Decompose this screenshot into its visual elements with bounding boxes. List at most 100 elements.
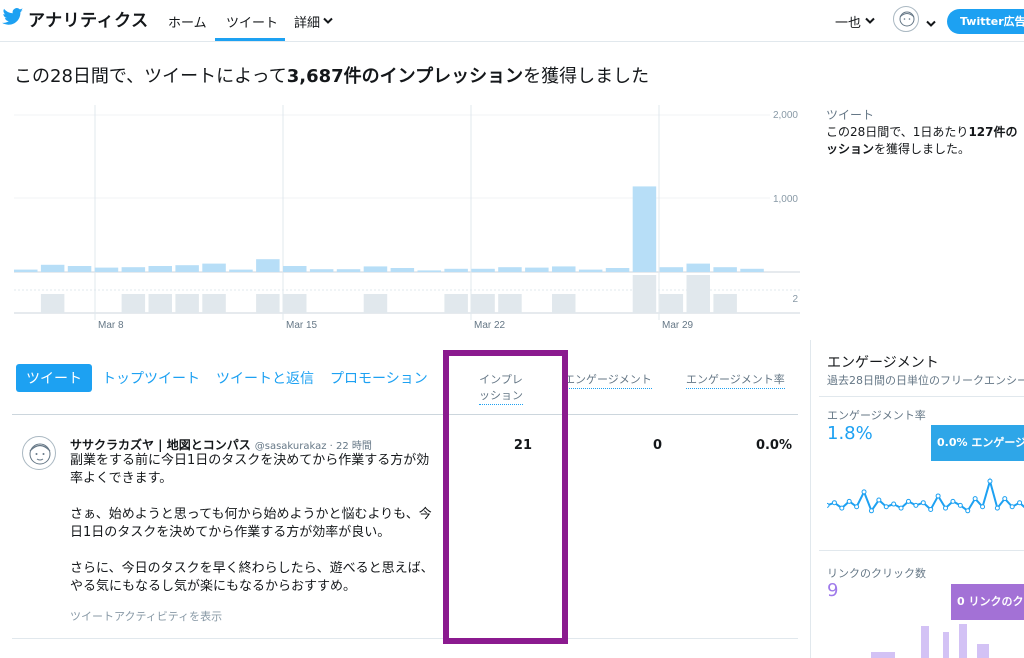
tab-top-tweets[interactable]: トップツイート [102, 368, 200, 388]
rate-point [868, 508, 874, 514]
nav-active-indicator [215, 38, 285, 41]
engagement-bar [552, 294, 576, 313]
clicks-bar [977, 644, 989, 658]
rate-point [928, 506, 934, 512]
engagement-bar [121, 294, 146, 313]
headline-bold: 3,687件のインプレッション [286, 66, 524, 87]
impression-bar [471, 268, 495, 272]
impression-bar [148, 266, 172, 272]
twitter-ads-button[interactable]: Twitter広告に [947, 9, 1024, 34]
column-engagements-label: エンゲージメント [564, 373, 652, 389]
chevron-down-icon[interactable] [926, 13, 936, 32]
rate-point [950, 498, 956, 504]
rate-point [854, 504, 860, 510]
rate-point [1009, 504, 1015, 510]
rate-point [972, 496, 978, 502]
impression-bar [14, 269, 38, 272]
brand[interactable]: アナリティクス [2, 6, 149, 31]
engagement-rate-label: エンゲージメント率 [827, 409, 926, 422]
rate-point [905, 498, 911, 504]
rate-point [1002, 496, 1008, 502]
impression-bar [713, 267, 737, 272]
rate-point [935, 493, 941, 499]
x-tick-label: Mar 8 [98, 320, 124, 331]
nav-details[interactable]: 詳細 [294, 12, 333, 31]
tweet-tabs: ツイート トップツイート ツイートと返信 プロモーション [16, 364, 444, 392]
chart-summary-title: ツイート [826, 108, 875, 122]
tab-tweets[interactable]: ツイート [16, 364, 92, 392]
clicks-bar [943, 632, 949, 658]
avatar[interactable] [893, 6, 919, 32]
column-engagement-rate[interactable]: エンゲージメント率 [686, 371, 785, 389]
x-tick-label: Mar 22 [474, 320, 506, 331]
link-clicks-label: リンクのクリック数 [827, 567, 926, 580]
rate-point [980, 504, 986, 510]
chart-summary-line2: ッションを獲得しました。 [826, 141, 1024, 158]
avatar[interactable] [22, 436, 56, 470]
impression-bar [605, 268, 630, 272]
rate-point [994, 505, 1000, 511]
engagement-rate-sparkline [827, 477, 1024, 514]
rate-point [943, 505, 949, 511]
tweet-text: 副業をする前に今日1日のタスクを決めてから作業する方が効率よくできます。 さぁ、… [70, 452, 440, 614]
chart-summary: ツイート この28日間で、1日あたり127件の ッションを獲得しました。 [826, 107, 1024, 158]
tweet-author[interactable]: ササクラカズヤ | 地図とコンパス @sasakurakaz · 22 時間 [70, 436, 372, 453]
engagement-bar [283, 294, 307, 313]
engagement-panel-title: エンゲージメント [827, 355, 939, 371]
engagement-panel: エンゲージメント 過去28日間の日単位のフリークエンシー エンゲージメント率 1… [810, 340, 1024, 658]
top-nav: アナリティクス ホーム ツイート 詳細 一也 Twitter広告に [0, 0, 1024, 42]
rate-point [987, 478, 993, 484]
engagement-bar [498, 294, 522, 313]
headline-suffix: を獲得しました [523, 66, 650, 87]
impression-bar [202, 263, 226, 272]
engagement-bar [202, 294, 226, 313]
impression-bar [417, 270, 441, 272]
engagement-panel-subtitle: 過去28日間の日単位のフリークエンシー [827, 374, 1024, 387]
impression-bar [498, 267, 522, 272]
engagement-bar [686, 275, 710, 313]
engagement-bar [659, 294, 684, 313]
rate-point [876, 497, 882, 503]
user-menu[interactable]: 一也 [835, 12, 875, 31]
nav-tweets[interactable]: ツイート [226, 12, 278, 31]
column-engagements[interactable]: エンゲージメント [564, 371, 652, 389]
headline-prefix: この28日間で、ツイートによって [14, 66, 287, 87]
rate-point [965, 508, 971, 514]
divider [819, 396, 1024, 397]
tweet-activity-link[interactable]: ツイートアクティビティを表示 [70, 608, 222, 624]
x-tick-label: Mar 15 [286, 320, 318, 331]
impression-bar [444, 268, 468, 272]
chart-summary-bold2: ッション [826, 142, 875, 156]
link-clicks-tag: 0 リンクのクリ [951, 584, 1024, 620]
chart-summary-bold: 127件の [968, 125, 1018, 139]
chart-summary-text: この28日間で、1日あたり [826, 125, 969, 139]
divider [12, 414, 798, 415]
rate-point [920, 500, 926, 506]
tweet-paragraph: さらに、今日のタスクを早く終わらしたら、遊べると思えば、やる気にもなるし気が楽に… [70, 561, 434, 594]
impression-bar [552, 266, 576, 272]
tab-tweets-replies[interactable]: ツイートと返信 [216, 368, 314, 388]
impressions-chart: 2,000 1,000 2 Mar 8 Mar 15 Mar 22 Mar 29 [14, 105, 800, 331]
impression-bar [40, 264, 65, 272]
impression-bar [229, 269, 253, 272]
divider [819, 550, 1024, 551]
nav-home[interactable]: ホーム [168, 12, 207, 31]
tweet-engagements: 0 [652, 438, 662, 453]
y-tick-label: 2,000 [773, 110, 798, 121]
twitter-bird-icon [2, 7, 24, 31]
engagement-bar [175, 294, 199, 313]
engagement-bar [632, 275, 657, 313]
y-tick-label: 2 [792, 294, 798, 305]
tweet-paragraph: 副業をする前に今日1日のタスクを決めてから作業する方が効率よくできます。 [70, 453, 430, 486]
engagement-rate-value: 1.8% [827, 423, 873, 444]
rate-point [839, 505, 845, 511]
clicks-bar [959, 624, 967, 658]
user-name: 一也 [835, 16, 862, 31]
impression-bar [363, 266, 388, 272]
impression-bar [578, 269, 603, 272]
impression-bar [686, 263, 710, 272]
chevron-down-icon [323, 14, 333, 29]
engagement-bar [713, 294, 737, 313]
tab-promotion[interactable]: プロモーション [330, 368, 428, 388]
impression-bar [121, 267, 146, 272]
